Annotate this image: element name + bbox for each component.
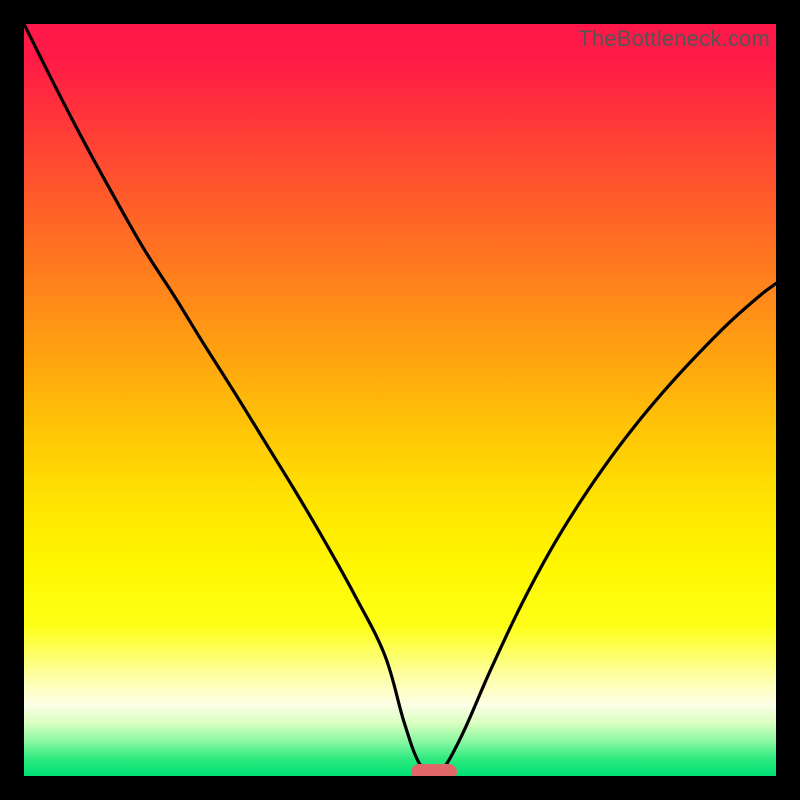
watermark-text: TheBottleneck.com [578, 26, 770, 52]
curve-layer [24, 24, 776, 776]
chart-frame: TheBottleneck.com [0, 0, 800, 800]
plot-area: TheBottleneck.com [24, 24, 776, 776]
minimum-marker [411, 764, 457, 776]
bottleneck-curve [24, 24, 776, 776]
